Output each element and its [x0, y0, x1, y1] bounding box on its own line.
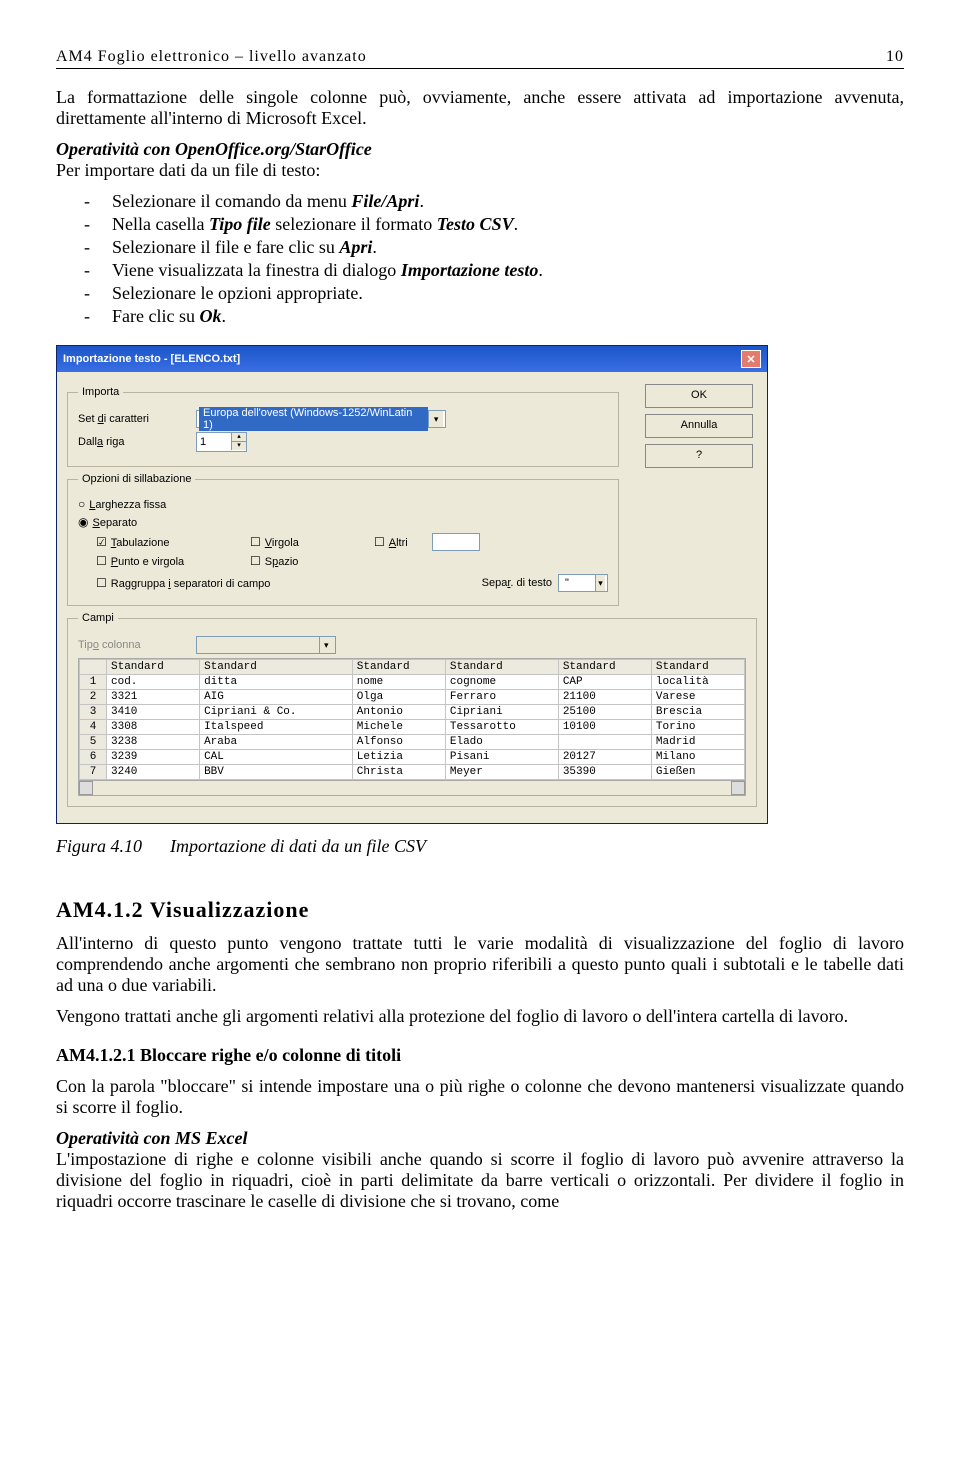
label-set-caratteri: Set di caratteri [78, 413, 188, 425]
chevron-down-icon: ▾ [428, 411, 443, 427]
figure-caption: Figura 4.10 Importazione di dati da un f… [56, 836, 904, 857]
intro-paragraph: La formattazione delle singole colonne p… [56, 87, 904, 129]
preview-table: Standard Standard Standard Standard Stan… [78, 658, 746, 796]
header-left: AM4 Foglio elettronico – livello avanzat… [56, 48, 367, 66]
legend-importa: Importa [78, 386, 123, 398]
close-icon[interactable]: ✕ [741, 350, 761, 368]
openoffice-subline: Per importare dati da un file di testo: [56, 160, 320, 180]
spin-up-icon[interactable]: ▴ [231, 433, 246, 441]
dialog-titlebar[interactable]: Importazione testo - [ELENCO.txt] ✕ [57, 346, 767, 372]
figure-text: Importazione di dati da un file CSV [170, 836, 426, 857]
from-row-stepper[interactable]: ▴▾ [196, 432, 247, 452]
openoffice-heading-text: Operatività con OpenOffice.org/StarOffic… [56, 139, 372, 159]
other-input[interactable] [432, 533, 480, 551]
checkbox-merge-delim[interactable]: Raggruppa i separatori di campo [96, 576, 270, 590]
fieldset-campi: Campi Tipo colonna ▾ Standard Standard S… [67, 612, 757, 807]
section-am412-body2: Vengono trattati anche gli argomenti rel… [56, 1006, 904, 1027]
col-type-combo: ▾ [196, 636, 336, 654]
step-1: Selezionare il comando da menu File/Apri… [112, 191, 424, 212]
dialog-buttons: OK Annulla ? [645, 384, 753, 474]
msexcel-body: L'impostazione di righe e colonne visibi… [56, 1149, 904, 1211]
section-am4121-title: AM4.1.2.1 Bloccare righe e/o colonne di … [56, 1045, 904, 1066]
figure-number: Figura 4.10 [56, 836, 142, 857]
table-row: 23321AIGOlgaFerraro21100Varese [80, 690, 745, 705]
horizontal-scrollbar[interactable] [79, 780, 745, 795]
label-dalla-riga: Dalla riga [78, 436, 188, 448]
legend-sillabazione: Opzioni di sillabazione [78, 473, 195, 485]
radio-separated[interactable]: Separato [78, 515, 137, 529]
table-row: 73240BBVChristaMeyer35390Gießen [80, 765, 745, 780]
checkbox-semicolon[interactable]: Punto e virgola [96, 554, 226, 568]
spin-down-icon[interactable]: ▾ [231, 441, 246, 450]
step-2: Nella casella Tipo file selezionare il f… [112, 214, 518, 235]
text-sep-combo[interactable]: " ▾ [558, 574, 608, 592]
preview-header-row: Standard Standard Standard Standard Stan… [80, 660, 745, 675]
checkbox-tab[interactable]: Tabulazione [96, 535, 226, 549]
table-row: 53238ArabaAlfonsoEladoMadrid [80, 735, 745, 750]
dialog-title: Importazione testo - [ELENCO.txt] [63, 353, 240, 365]
table-row: 43308ItalspeedMicheleTessarotto10100Tori… [80, 720, 745, 735]
chevron-down-icon: ▾ [319, 637, 333, 653]
fieldset-sillabazione: Opzioni di sillabazione Larghezza fissa … [67, 473, 619, 606]
steps-list: -Selezionare il comando da menu File/Apr… [84, 191, 904, 327]
checkbox-comma[interactable]: Virgola [250, 535, 350, 549]
fieldset-importa: Importa Set di caratteri Europa dell'ove… [67, 386, 619, 467]
step-5: Selezionare le opzioni appropriate. [112, 283, 363, 304]
ok-button[interactable]: OK [645, 384, 753, 408]
table-row: 63239CALLetiziaPisani20127Milano [80, 750, 745, 765]
step-3: Selezionare il file e fare clic su Apri. [112, 237, 377, 258]
chevron-down-icon: ▾ [595, 575, 605, 591]
checkbox-other[interactable]: Altri [374, 535, 408, 549]
table-row: 33410Cipriani & Co.AntonioCipriani25100B… [80, 705, 745, 720]
msexcel-heading: Operatività con MS Excel [56, 1128, 248, 1148]
checkbox-space[interactable]: Spazio [250, 554, 298, 568]
encoding-value: Europa dell'ovest (Windows-1252/WinLatin… [199, 407, 428, 431]
openoffice-heading: Operatività con OpenOffice.org/StarOffic… [56, 139, 904, 181]
radio-fixed-width[interactable]: Larghezza fissa [78, 497, 166, 511]
header-page-number: 10 [886, 48, 904, 66]
label-text-sep: Separ. di testo [482, 577, 552, 589]
import-text-dialog: Importazione testo - [ELENCO.txt] ✕ OK A… [56, 345, 768, 824]
step-6: Fare clic su Ok. [112, 306, 226, 327]
section-am412-title: AM4.1.2 Visualizzazione [56, 897, 904, 923]
label-tipo-colonna: Tipo colonna [78, 639, 188, 651]
step-4: Viene visualizzata la finestra di dialog… [112, 260, 543, 281]
cancel-button[interactable]: Annulla [645, 414, 753, 438]
encoding-combo[interactable]: Europa dell'ovest (Windows-1252/WinLatin… [196, 410, 446, 428]
table-row: 1cod.dittanomecognomeCAPlocalità [80, 675, 745, 690]
msexcel-block: Operatività con MS Excel L'impostazione … [56, 1128, 904, 1212]
help-button[interactable]: ? [645, 444, 753, 468]
section-am4121-body: Con la parola "bloccare" si intende impo… [56, 1076, 904, 1118]
section-am412-body1: All'interno di questo punto vengono trat… [56, 933, 904, 996]
legend-campi: Campi [78, 612, 118, 624]
from-row-input[interactable] [197, 433, 231, 451]
page-header: AM4 Foglio elettronico – livello avanzat… [56, 48, 904, 69]
text-sep-value: " [561, 577, 595, 589]
